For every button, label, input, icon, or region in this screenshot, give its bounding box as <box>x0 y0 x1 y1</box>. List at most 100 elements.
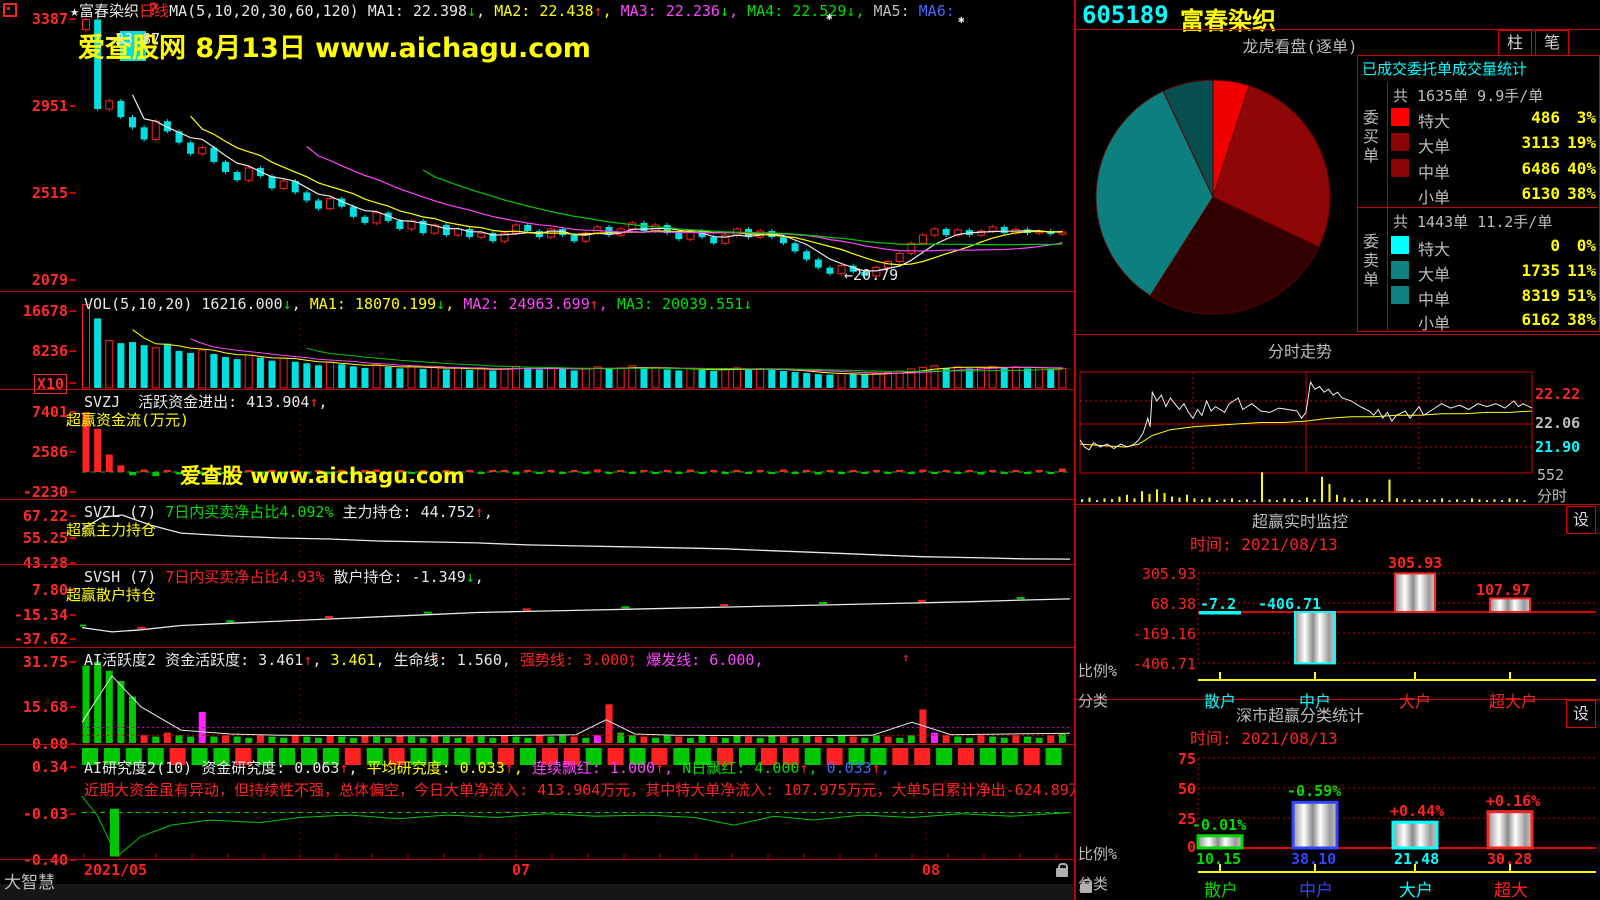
axis-label: 2586 <box>0 443 68 461</box>
svsh-panel-sub: 超赢散户持仓 <box>66 586 156 604</box>
axis-label: 31.75 <box>0 653 68 671</box>
header-segment: , <box>599 295 617 313</box>
header-segment: ↑ <box>594 2 603 20</box>
svzl-panel-sub: 超赢主力持仓 <box>66 521 156 539</box>
header-segment: , <box>855 2 873 20</box>
right-charts-svg[interactable] <box>1075 0 1600 900</box>
axis-label: 55.25 <box>0 529 68 547</box>
axis-tick <box>70 192 76 194</box>
header-segment: ↑ <box>505 759 514 777</box>
axis-label: -37.62 <box>0 630 68 648</box>
header-segment: , <box>514 759 532 777</box>
header-segment: SVZJ 活跃资金进出: 413.904 <box>84 393 309 411</box>
axis-tick <box>70 813 76 815</box>
axis-tick <box>70 614 76 616</box>
header-segment: , <box>475 568 484 586</box>
axis-tick <box>70 382 76 384</box>
header-segment: SVSH (7) <box>84 568 165 586</box>
header-segment: SVZL (7) <box>84 503 165 521</box>
left-charts-svg[interactable]: ↑ ↑ ↑ <box>80 0 1074 860</box>
header-segment: , <box>729 2 747 20</box>
header-segment: , <box>319 393 328 411</box>
header-segment: 强势线: 3.000, <box>520 651 646 669</box>
axis-label: 16678 <box>0 302 68 320</box>
header-segment: ↑ <box>339 759 348 777</box>
header-segment: , <box>476 2 494 20</box>
bottom-scrollbar[interactable] <box>0 884 1074 900</box>
sparkle-icon: ✱ <box>826 10 833 23</box>
high-price-note: ~33.87 <box>106 30 160 48</box>
axis-tick <box>70 766 76 768</box>
axis-label: 7401 <box>0 403 68 421</box>
header-segment: , <box>664 759 682 777</box>
header-segment: 连续飘红: 1.000 <box>532 759 655 777</box>
axis-label: 15.68 <box>0 698 68 716</box>
header-segment: ↓ <box>283 295 292 313</box>
header-segment: , <box>603 2 621 20</box>
header-segment: 主力持仓: 44.752 <box>334 503 475 521</box>
header-segment: , <box>808 759 826 777</box>
header-segment: 平均研究度: 0.033 <box>367 759 505 777</box>
header-segment: 生命线: 1.560, <box>394 651 520 669</box>
axis-tick <box>70 451 76 453</box>
watermark-sub: 爱查股 www.aichagu.com <box>180 460 465 490</box>
axis-tick <box>70 661 76 663</box>
axis-tick <box>70 279 76 281</box>
axis-label: 2515 <box>0 184 68 202</box>
ai-activity-header: AI活跃度2 资金活跃度: 3.461↑, 3.461, 生命线: 1.560,… <box>84 651 773 669</box>
header-segment: MA1: 18070.199 <box>310 295 436 313</box>
header-segment: ↑ <box>309 393 318 411</box>
header-segment: MA(5,10,20,30,60,120) <box>169 2 368 20</box>
header-segment: MA5: <box>874 2 919 20</box>
header-segment: AI研究度2(10) 资金研究度: 0.063 <box>84 759 339 777</box>
header-segment: ↓ <box>743 295 752 313</box>
header-segment: AI活跃度2 资金活跃度: 3.461 <box>84 651 303 669</box>
axis-label: 3387 <box>0 10 68 28</box>
x-axis-label: 2021/05 <box>84 861 147 879</box>
vol-panel-header: VOL(5,10,20) 16216.000↓, MA1: 18070.199↓… <box>84 295 752 313</box>
axis-tick <box>70 350 76 352</box>
header-segment: , <box>292 295 310 313</box>
axis-label: 0.34 <box>0 758 68 776</box>
header-segment: ★ <box>70 2 79 20</box>
sparkle-icon: ✱ <box>958 13 965 26</box>
axis-tick <box>70 638 76 640</box>
k-panel-header: ★富春染织日线MA(5,10,20,30,60,120) MA1: 22.398… <box>70 2 955 20</box>
header-segment: 0.033 <box>827 759 872 777</box>
axis-label: -0.40 <box>0 851 68 869</box>
header-segment: MA3: 22.236 <box>621 2 720 20</box>
x-axis-label: 08 <box>922 861 940 879</box>
divider <box>0 564 1074 565</box>
header-segment: , <box>484 503 493 521</box>
svzj-panel-sub: 超赢资金流(万元) <box>66 411 189 429</box>
header-segment: ↑ <box>872 759 881 777</box>
axis-tick <box>70 515 76 517</box>
axis-label: -15.34 <box>0 606 68 624</box>
header-segment: ↓ <box>436 295 445 313</box>
svzl-panel-header: SVZL (7) 7日内买卖净占比4.092% 主力持仓: 44.752↑, <box>84 503 493 521</box>
header-segment: N日飘红: 4.000 <box>682 759 799 777</box>
header-segment: , <box>376 651 394 669</box>
header-segment: 富春染织 <box>79 2 139 20</box>
divider <box>0 389 1074 390</box>
header-segment: , <box>312 651 330 669</box>
header-segment: 7日内买卖净占比4.93% <box>165 568 324 586</box>
axis-label: X10 <box>34 374 67 394</box>
divider <box>0 744 1074 745</box>
header-segment: 3.461 <box>330 651 375 669</box>
divider <box>0 859 1074 860</box>
header-segment: ↑ <box>475 503 484 521</box>
divider <box>0 647 1074 648</box>
header-segment: ↓ <box>466 568 475 586</box>
ai-research-header: AI研究度2(10) 资金研究度: 0.063↑, 平均研究度: 0.033↑,… <box>84 759 890 777</box>
header-segment: MA2: 22.438 <box>494 2 593 20</box>
header-segment: MA6: <box>919 2 955 20</box>
stock-app-window: ? 3387295125152079166788236X1074012586-2… <box>0 0 1600 900</box>
header-segment: ↑ <box>590 295 599 313</box>
axis-tick <box>70 706 76 708</box>
axis-label: 8236 <box>0 342 68 360</box>
axis-label: 43.28 <box>0 554 68 572</box>
header-segment: ↓ <box>720 2 729 20</box>
header-segment: 7日内买卖净占比4.092% <box>165 503 333 521</box>
header-segment: ↑ <box>655 759 664 777</box>
